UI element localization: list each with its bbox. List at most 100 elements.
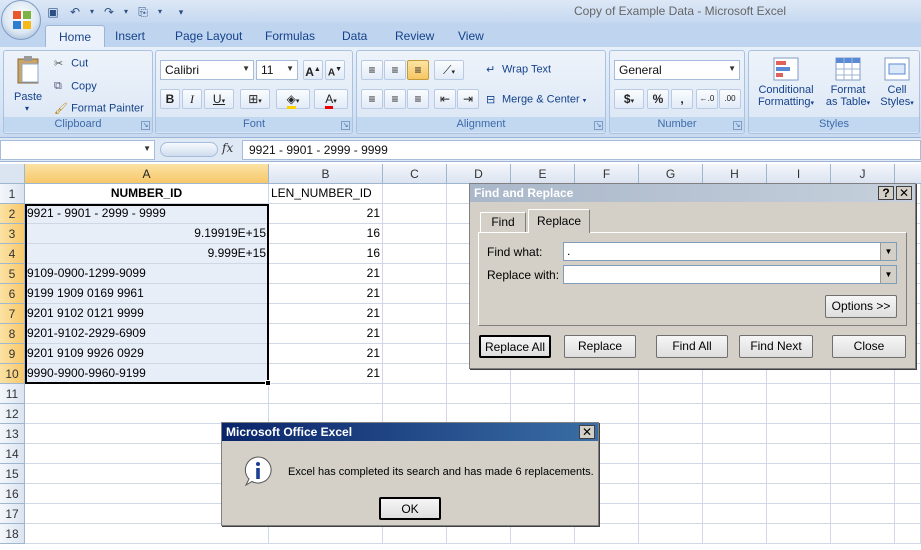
find-what-input[interactable]: . ▼ (563, 242, 897, 261)
len-number-id-cell[interactable]: 21 (269, 304, 383, 324)
decrease-indent-button[interactable]: ⇤ (434, 89, 456, 109)
grid-cell[interactable] (831, 524, 895, 544)
grid-cell[interactable] (895, 404, 921, 424)
insert-function-button[interactable]: fx (222, 141, 233, 155)
grid-cell[interactable] (639, 444, 703, 464)
office-button[interactable] (1, 0, 41, 40)
number-id-cell[interactable]: 9.999E+15 (25, 244, 269, 264)
grid-cell[interactable] (639, 404, 703, 424)
grid-cell[interactable] (25, 384, 269, 404)
orientation-button[interactable]: ⟋▾ (434, 60, 464, 80)
italic-button[interactable]: I (182, 89, 202, 109)
column-header-j[interactable]: J (831, 164, 895, 184)
number-id-cell[interactable]: 9201 9109 9926 0929 (25, 344, 269, 364)
grid-cell[interactable] (383, 184, 447, 204)
copy-button[interactable]: ⧉ Copy (54, 80, 97, 93)
ok-button[interactable]: OK (379, 497, 441, 520)
column-header-b[interactable]: B (269, 164, 383, 184)
align-right-button[interactable]: ≡ (407, 89, 429, 109)
grid-cell[interactable] (639, 464, 703, 484)
name-box[interactable]: ▼ (0, 140, 155, 160)
dialog-launcher-icon[interactable]: ↘ (141, 121, 150, 130)
grid-cell[interactable] (25, 524, 269, 544)
font-color-button[interactable]: A▾ (314, 89, 348, 109)
grid-cell[interactable] (383, 304, 447, 324)
grid-cell[interactable] (383, 204, 447, 224)
currency-button[interactable]: $▾ (614, 89, 644, 109)
header-cell-len-number-id[interactable]: LEN_NUMBER_ID (269, 184, 383, 204)
row-header[interactable]: 1 (0, 184, 25, 204)
increase-indent-button[interactable]: ⇥ (457, 89, 479, 109)
grid-cell[interactable] (703, 444, 767, 464)
grid-cell[interactable] (831, 404, 895, 424)
find-all-button[interactable]: Find All (656, 335, 728, 358)
row-header[interactable]: 3 (0, 224, 25, 244)
row-header[interactable]: 6 (0, 284, 25, 304)
len-number-id-cell[interactable]: 21 (269, 344, 383, 364)
options-button[interactable]: Options >> (825, 295, 897, 318)
grid-cell[interactable] (703, 504, 767, 524)
save-icon[interactable]: ▣ (44, 4, 62, 20)
column-header-a[interactable]: A (25, 164, 269, 184)
grid-cell[interactable] (703, 384, 767, 404)
grid-cell[interactable] (639, 424, 703, 444)
conditional-formatting-button[interactable]: Conditional Formatting▾ (753, 53, 819, 117)
grid-cell[interactable] (511, 524, 575, 544)
number-id-cell[interactable]: 9109-0900-1299-9099 (25, 264, 269, 284)
grid-cell[interactable] (767, 444, 831, 464)
grid-cell[interactable] (831, 504, 895, 524)
align-left-button[interactable]: ≡ (361, 89, 383, 109)
select-all-corner[interactable] (0, 164, 25, 184)
number-id-cell[interactable]: 9201-9102-2929-6909 (25, 324, 269, 344)
grid-cell[interactable] (269, 404, 383, 424)
row-header[interactable]: 14 (0, 444, 25, 464)
column-header-f[interactable]: F (575, 164, 639, 184)
dropdown-icon[interactable]: ▾ (156, 4, 164, 20)
font-size-combo[interactable]: 11 ▼ (256, 60, 298, 80)
tab-home[interactable]: Home (45, 25, 106, 47)
grid-cell[interactable] (269, 524, 383, 544)
dropdown-icon[interactable]: ▾ (88, 4, 96, 20)
row-header[interactable]: 9 (0, 344, 25, 364)
number-id-cell[interactable]: 9.19919E+15 (25, 224, 269, 244)
tab-data[interactable]: Data (329, 25, 380, 47)
len-number-id-cell[interactable]: 21 (269, 204, 383, 224)
borders-button[interactable]: ⊞▾ (240, 89, 270, 109)
redo-icon[interactable]: ↷ (100, 4, 118, 20)
cell-styles-button[interactable]: Cell Styles▾ (877, 53, 917, 117)
row-header[interactable]: 7 (0, 304, 25, 324)
align-middle-button[interactable]: ≡ (384, 60, 406, 80)
grid-cell[interactable] (895, 384, 921, 404)
len-number-id-cell[interactable]: 21 (269, 284, 383, 304)
paste-button[interactable]: Paste ▾ (8, 53, 48, 115)
paste-dropdown-icon[interactable]: ▾ (25, 104, 29, 113)
number-id-cell[interactable]: 9199 1909 0169 9961 (25, 284, 269, 304)
format-painter-button[interactable]: 🖌 Format Painter (54, 102, 144, 115)
find-next-button[interactable]: Find Next (739, 335, 813, 358)
grid-cell[interactable] (447, 404, 511, 424)
comma-button[interactable]: , (671, 89, 693, 109)
grid-cell[interactable] (831, 464, 895, 484)
row-header[interactable]: 16 (0, 484, 25, 504)
grid-cell[interactable] (767, 464, 831, 484)
grid-cell[interactable] (895, 464, 921, 484)
grid-cell[interactable] (703, 484, 767, 504)
row-header[interactable]: 11 (0, 384, 25, 404)
close-icon[interactable]: ✕ (579, 425, 595, 439)
grid-cell[interactable] (767, 484, 831, 504)
grid-cell[interactable] (575, 384, 639, 404)
grid-cell[interactable] (639, 524, 703, 544)
grid-cell[interactable] (767, 524, 831, 544)
grid-cell[interactable] (383, 224, 447, 244)
grid-cell[interactable] (831, 384, 895, 404)
align-center-button[interactable]: ≡ (384, 89, 406, 109)
column-header-e[interactable]: E (511, 164, 575, 184)
header-cell-number-id[interactable]: NUMBER_ID (25, 184, 269, 204)
grid-cell[interactable] (639, 484, 703, 504)
tab-find[interactable]: Find (480, 212, 526, 232)
grid-cell[interactable] (831, 424, 895, 444)
tab-view[interactable]: View (445, 25, 497, 47)
grid-cell[interactable] (383, 344, 447, 364)
bold-button[interactable]: B (160, 89, 180, 109)
grid-cell[interactable] (269, 384, 383, 404)
